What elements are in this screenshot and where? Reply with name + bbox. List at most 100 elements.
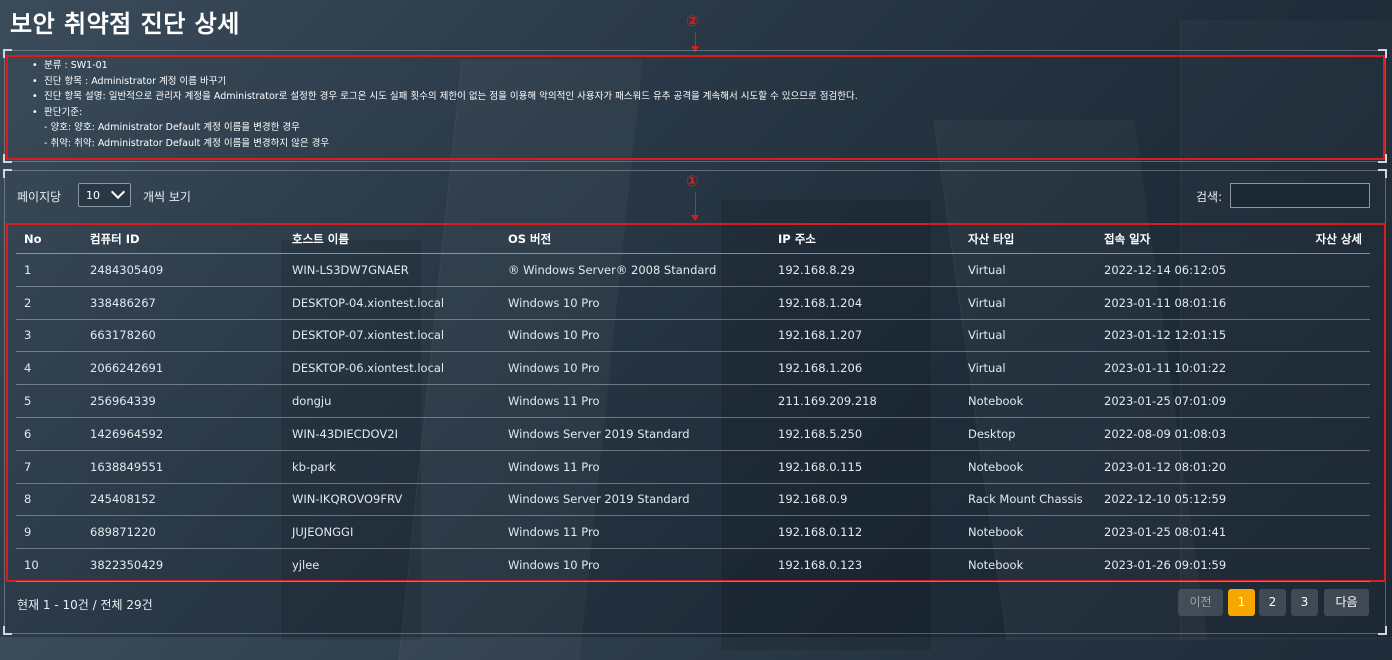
cell-hostname: JUJEONGGI xyxy=(284,515,500,550)
cell-asset-detail[interactable] xyxy=(1266,548,1370,582)
cell-no: 2 xyxy=(16,286,82,320)
cell-ip: 192.168.0.123 xyxy=(770,548,960,582)
per-page-suffix: 개씩 보기 xyxy=(143,190,191,204)
cell-access-date: 2023-01-12 08:01:20 xyxy=(1096,450,1266,484)
cell-access-date: 2023-01-25 08:01:41 xyxy=(1096,515,1266,550)
cell-no: 5 xyxy=(16,384,82,418)
page-title: 보안 취약점 진단 상세 xyxy=(10,10,240,38)
cell-asset-detail[interactable] xyxy=(1266,515,1370,550)
annotation-marker-1: ① xyxy=(686,172,699,190)
cell-asset-detail[interactable] xyxy=(1266,483,1370,517)
cell-hostname: DESKTOP-04.xiontest.local xyxy=(284,286,500,320)
column-header-asset-type[interactable]: 자산 타입 xyxy=(960,225,1096,254)
chevron-down-icon xyxy=(110,184,126,200)
cell-hostname: DESKTOP-06.xiontest.local xyxy=(284,351,500,386)
cell-ip: 192.168.1.204 xyxy=(770,286,960,320)
cell-computer-id: 2484305409 xyxy=(82,253,284,287)
column-header-access-date[interactable]: 접속 일자 xyxy=(1096,225,1266,254)
cell-access-date: 2023-01-26 09:01:59 xyxy=(1096,548,1266,582)
prev-page-button[interactable]: 이전 xyxy=(1178,589,1223,616)
cell-asset-detail[interactable] xyxy=(1266,286,1370,320)
table-row[interactable]: 10 3822350429 yjlee Windows 10 Pro 192.1… xyxy=(16,548,1370,582)
per-page-value: 10 xyxy=(86,189,100,202)
cell-asset-type: Virtual xyxy=(960,351,1096,386)
table-row[interactable]: 6 1426964592 WIN-43DIECDOV2I Windows Ser… xyxy=(16,417,1370,451)
table-row[interactable]: 3 663178260 DESKTOP-07.xiontest.local Wi… xyxy=(16,319,1370,353)
search-input[interactable] xyxy=(1230,183,1370,208)
column-header-os-version[interactable]: OS 버전 xyxy=(500,225,770,254)
cell-computer-id: 663178260 xyxy=(82,319,284,353)
info-criteria-title: 판단기준: xyxy=(30,105,858,121)
cell-hostname: WIN-IKQROVO9FRV xyxy=(284,483,500,517)
cell-computer-id: 245408152 xyxy=(82,483,284,517)
pagination-summary: 현재 1 - 10건 / 전체 29건 xyxy=(17,598,153,612)
cell-os-version: Windows 11 Pro xyxy=(500,450,770,484)
cell-no: 7 xyxy=(16,450,82,484)
cell-computer-id: 256964339 xyxy=(82,384,284,418)
cell-access-date: 2023-01-11 10:01:22 xyxy=(1096,351,1266,386)
cell-ip: 192.168.1.206 xyxy=(770,351,960,386)
cell-ip: 192.168.0.112 xyxy=(770,515,960,550)
cell-asset-type: Rack Mount Chassis xyxy=(960,483,1096,517)
cell-ip: 192.168.1.207 xyxy=(770,319,960,353)
cell-ip: 192.168.0.9 xyxy=(770,483,960,517)
cell-os-version: Windows 11 Pro xyxy=(500,384,770,418)
cell-access-date: 2023-01-25 07:01:09 xyxy=(1096,384,1266,418)
per-page-select[interactable]: 10 xyxy=(78,183,131,207)
cell-access-date: 2022-12-10 05:12:59 xyxy=(1096,483,1266,517)
cell-asset-detail[interactable] xyxy=(1266,351,1370,386)
cell-asset-type: Virtual xyxy=(960,319,1096,353)
cell-os-version: Windows 10 Pro xyxy=(500,319,770,353)
cell-os-version: Windows Server 2019 Standard xyxy=(500,417,770,451)
cell-no: 6 xyxy=(16,417,82,451)
cell-no: 8 xyxy=(16,483,82,517)
annotation-marker-2: ② xyxy=(686,12,699,30)
cell-access-date: 2023-01-11 08:01:16 xyxy=(1096,286,1266,320)
cell-hostname: yjlee xyxy=(284,548,500,582)
cell-asset-detail[interactable] xyxy=(1266,417,1370,451)
cell-asset-detail[interactable] xyxy=(1266,253,1370,287)
annotation-arrowhead-1 xyxy=(691,215,699,221)
page-button-2[interactable]: 2 xyxy=(1259,589,1286,616)
cell-ip: 192.168.0.115 xyxy=(770,450,960,484)
column-header-computer-id[interactable]: 컴퓨터 ID xyxy=(82,225,284,254)
cell-no: 3 xyxy=(16,319,82,353)
table-row[interactable]: 5 256964339 dongju Windows 11 Pro 211.16… xyxy=(16,384,1370,418)
table-row[interactable]: 2 338486267 DESKTOP-04.xiontest.local Wi… xyxy=(16,286,1370,320)
page-button-1[interactable]: 1 xyxy=(1228,589,1255,616)
column-header-no[interactable]: No xyxy=(16,225,82,254)
cell-ip: 192.168.8.29 xyxy=(770,253,960,287)
table-row[interactable]: 7 1638849551 kb-park Windows 11 Pro 192.… xyxy=(16,450,1370,484)
cell-no: 1 xyxy=(16,253,82,287)
cell-no: 9 xyxy=(16,515,82,550)
info-description: 진단 항목 설명: 일반적으로 관리자 계정을 Administrator로 설… xyxy=(30,89,858,105)
cell-os-version: ® Windows Server® 2008 Standard xyxy=(500,253,770,287)
cell-asset-detail[interactable] xyxy=(1266,319,1370,353)
table-row[interactable]: 4 2066242691 DESKTOP-06.xiontest.local W… xyxy=(16,351,1370,386)
next-page-button[interactable]: 다음 xyxy=(1324,589,1369,616)
column-header-ip[interactable]: IP 주소 xyxy=(770,225,960,254)
cell-asset-type: Virtual xyxy=(960,286,1096,320)
table-row[interactable]: 8 245408152 WIN-IKQROVO9FRV Windows Serv… xyxy=(16,483,1370,517)
column-header-hostname[interactable]: 호스트 이름 xyxy=(284,225,500,254)
info-criteria-good: - 양호: 양호: Administrator Default 계정 이름을 변… xyxy=(44,122,300,133)
table-header-row: No 컴퓨터 ID 호스트 이름 OS 버전 IP 주소 자산 타입 접속 일자… xyxy=(16,225,1370,254)
page-button-3[interactable]: 3 xyxy=(1291,589,1318,616)
cell-computer-id: 689871220 xyxy=(82,515,284,550)
table-row[interactable]: 1 2484305409 WIN-LS3DW7GNAER ® Windows S… xyxy=(16,253,1370,287)
cell-asset-type: Notebook xyxy=(960,548,1096,582)
cell-hostname: WIN-43DIECDOV2I xyxy=(284,417,500,451)
info-criteria-bad: - 취약: 취약: Administrator Default 계정 이름을 변… xyxy=(44,137,330,149)
cell-computer-id: 3822350429 xyxy=(82,548,284,582)
cell-asset-detail[interactable] xyxy=(1266,384,1370,418)
cell-asset-type: Notebook xyxy=(960,515,1096,550)
column-header-asset-detail[interactable]: 자산 상세 xyxy=(1266,225,1370,254)
table-row[interactable]: 9 689871220 JUJEONGGI Windows 11 Pro 192… xyxy=(16,515,1370,550)
info-list: 분류 : SW1-01 진단 항목 : Administrator 계정 이름 … xyxy=(30,58,858,151)
annotation-arrow-1 xyxy=(695,192,696,216)
cell-os-version: Windows Server 2019 Standard xyxy=(500,483,770,517)
cell-asset-detail[interactable] xyxy=(1266,450,1370,484)
cell-os-version: Windows 10 Pro xyxy=(500,548,770,582)
cell-asset-type: Desktop xyxy=(960,417,1096,451)
cell-hostname: WIN-LS3DW7GNAER xyxy=(284,253,500,287)
